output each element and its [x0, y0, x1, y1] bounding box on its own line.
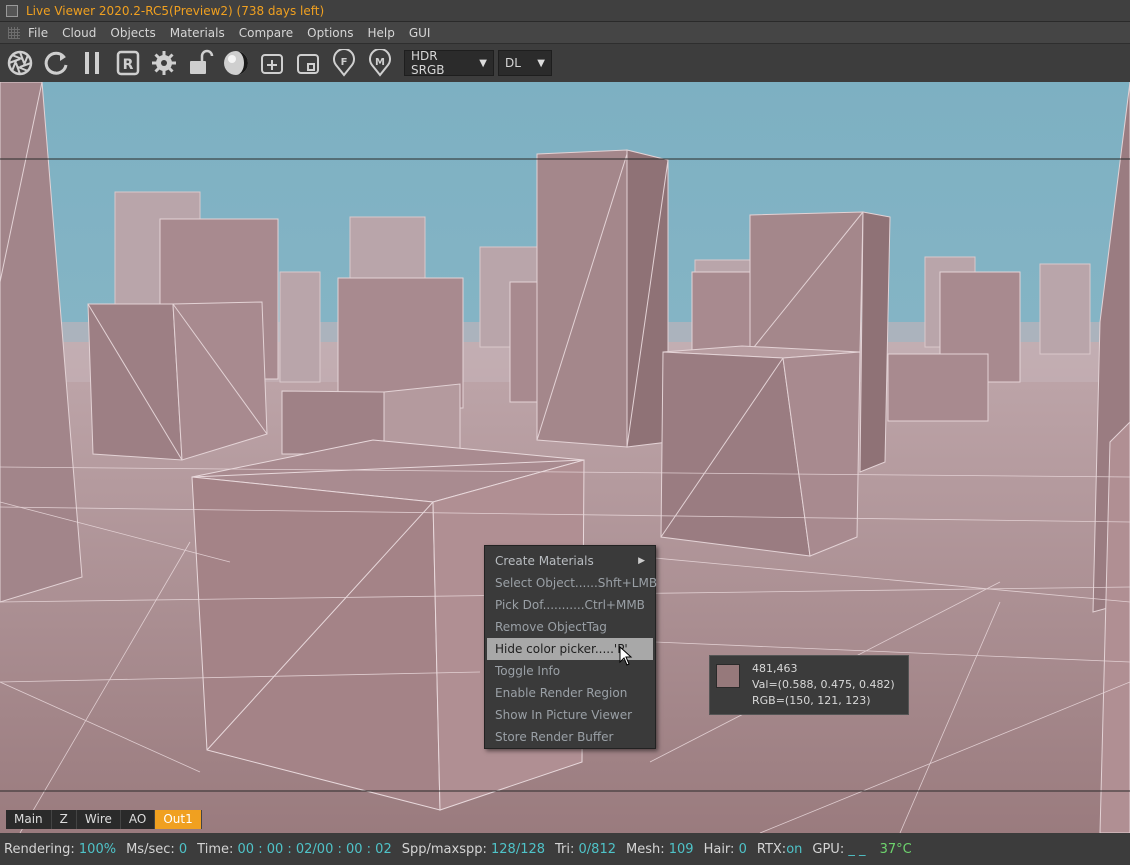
tab-z[interactable]: Z — [51, 810, 77, 829]
picker-rgb: RGB=(150, 121, 123) — [752, 694, 871, 707]
title-bar: Live Viewer 2020.2-RC5(Preview2) (738 da… — [0, 0, 1130, 22]
focus-pin-icon[interactable]: F — [328, 47, 360, 79]
menu-item-pick-dof[interactable]: Pick Dof...........Ctrl+MMB — [487, 594, 653, 616]
menu-help[interactable]: Help — [367, 26, 394, 40]
zoom-region-minus-icon[interactable] — [292, 47, 324, 79]
menu-item-show-in-picture-viewer[interactable]: Show In Picture Viewer — [487, 704, 653, 726]
kernel-select[interactable]: DL ▼ — [498, 50, 552, 76]
menu-bar: File Cloud Objects Materials Compare Opt… — [0, 22, 1130, 44]
status-hair-label: Hair: — [703, 841, 735, 857]
grip-icon[interactable] — [8, 26, 20, 39]
menu-file[interactable]: File — [28, 26, 48, 40]
status-rtx-label: RTX: — [756, 841, 787, 857]
status-tri-label: Tri: — [555, 841, 575, 857]
pause-icon[interactable] — [76, 47, 108, 79]
chevron-down-icon: ▼ — [479, 57, 487, 69]
mouse-cursor-icon — [619, 646, 633, 666]
color-swatch — [716, 664, 740, 688]
chevron-right-icon: ▶ — [638, 556, 645, 566]
status-mssec-label: Ms/sec: — [126, 841, 175, 857]
colorspace-value: HDR SRGB — [411, 49, 445, 77]
menu-item-create-materials[interactable]: Create Materials ▶ — [487, 550, 653, 572]
status-rendering-label: Rendering: — [4, 841, 75, 857]
picker-coords: 481,463 — [752, 662, 798, 675]
aperture-icon[interactable] — [4, 47, 36, 79]
zoom-region-plus-icon[interactable] — [256, 47, 288, 79]
sphere-icon[interactable] — [220, 47, 252, 79]
kernel-value: DL — [505, 56, 521, 70]
status-mesh-label: Mesh: — [626, 841, 665, 857]
window-icon[interactable] — [6, 4, 18, 17]
status-spp: 128/128 — [491, 841, 546, 857]
menu-materials[interactable]: Materials — [170, 26, 225, 40]
tab-wire[interactable]: Wire — [76, 810, 121, 829]
svg-text:R: R — [123, 57, 134, 73]
menu-item-remove-objecttag[interactable]: Remove ObjectTag — [487, 616, 653, 638]
colorspace-select[interactable]: HDR SRGB ▼ — [404, 49, 494, 77]
menu-gui[interactable]: GUI — [409, 26, 431, 40]
status-rendering: 100% — [78, 841, 117, 857]
status-spp-label: Spp/maxspp: — [401, 841, 487, 857]
status-time: 00 : 00 : 02/00 : 00 : 02 — [237, 841, 392, 857]
status-mssec: 0 — [178, 841, 188, 857]
color-picker-info: 481,463 Val=(0.588, 0.475, 0.482) RGB=(1… — [709, 655, 909, 715]
status-bar: Rendering: 100% Ms/sec: 0 Time: 00 : 00 … — [0, 833, 1130, 865]
status-tri: 0/812 — [578, 841, 616, 857]
status-mesh: 109 — [668, 841, 694, 857]
toolbar: R F M HDR SRGB ▼ DL ▼ — [0, 44, 1130, 82]
status-gpu-temp: 37°C — [879, 841, 912, 857]
tab-main[interactable]: Main — [6, 810, 52, 829]
menu-item-store-render-buffer[interactable]: Store Render Buffer — [487, 726, 653, 748]
gear-icon[interactable] — [148, 47, 180, 79]
menu-options[interactable]: Options — [307, 26, 353, 40]
refresh-icon[interactable] — [40, 47, 72, 79]
tab-out1[interactable]: Out1 — [155, 810, 202, 829]
status-rtx: on — [786, 841, 803, 857]
tab-ao[interactable]: AO — [120, 810, 156, 829]
chevron-down-icon: ▼ — [537, 57, 545, 69]
menu-item-select-object[interactable]: Select Object......Shft+LMB — [487, 572, 657, 594]
menu-cloud[interactable]: Cloud — [62, 26, 96, 40]
r-icon[interactable]: R — [112, 47, 144, 79]
menu-objects[interactable]: Objects — [110, 26, 155, 40]
material-pin-icon[interactable]: M — [364, 47, 396, 79]
window-title: Live Viewer 2020.2-RC5(Preview2) (738 da… — [26, 3, 325, 18]
render-viewport[interactable]: Create Materials ▶ Select Object......Sh… — [0, 82, 1130, 833]
unlock-icon[interactable] — [184, 47, 216, 79]
status-hair: 0 — [738, 841, 747, 857]
svg-text:F: F — [341, 57, 348, 68]
picker-val: Val=(0.588, 0.475, 0.482) — [752, 678, 895, 691]
status-gpu-label: GPU: — [812, 841, 845, 857]
svg-text:M: M — [375, 57, 385, 68]
menu-item-enable-render-region[interactable]: Enable Render Region — [487, 682, 653, 704]
status-gpu: _ _ — [848, 841, 866, 857]
menu-item-label: Create Materials — [495, 554, 594, 568]
buffer-tabs: Main Z Wire AO Out1 — [6, 810, 202, 829]
status-time-label: Time: — [197, 841, 234, 857]
menu-compare[interactable]: Compare — [239, 26, 293, 40]
